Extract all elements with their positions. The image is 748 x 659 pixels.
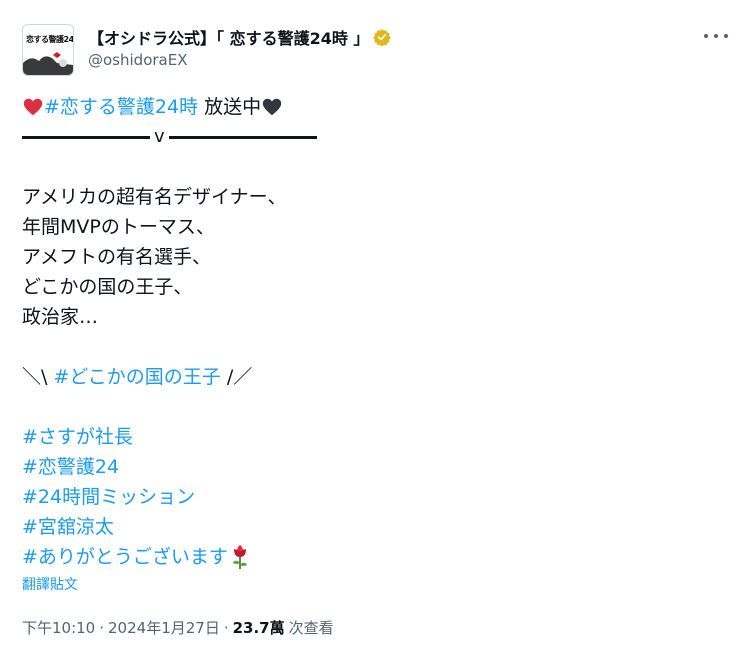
hashtag-link[interactable]: #さすが社長	[22, 422, 133, 452]
avatar-logo-text: 恋する警護24時	[26, 35, 74, 44]
text-line: どこかの国の王子、	[22, 276, 193, 298]
divider-rule-right	[168, 135, 317, 139]
more-dot	[704, 34, 708, 38]
divider-mark: v	[154, 126, 165, 147]
divider-line: v	[22, 122, 722, 152]
hashtag-link[interactable]: #24時間ミッション	[22, 482, 195, 512]
rose-icon	[232, 545, 247, 569]
text-line: 政治家…	[22, 306, 99, 328]
tweet-meta: 下午10:10 · 2024年1月27日 · 23.7萬 次查看	[22, 617, 334, 638]
hashtag-link[interactable]: #恋警護24	[22, 452, 119, 482]
views-count[interactable]: 23.7萬	[233, 617, 285, 638]
hashtag-line: #ありがとうございます	[22, 542, 722, 572]
hashtag-link[interactable]: #どこかの国の王子	[53, 362, 220, 392]
tweet-time[interactable]: 下午10:10	[22, 617, 95, 638]
hashtag-link[interactable]: #恋する警護24時	[44, 92, 198, 122]
more-options-icon[interactable]	[704, 26, 728, 46]
text-line: アメフトの有名選手、	[22, 246, 212, 268]
name-row: 【オシドラ公式】「 恋する警護24時 」	[88, 24, 392, 50]
hashtag-link[interactable]: #ありがとうございます	[22, 542, 228, 572]
red-heart-icon	[23, 98, 43, 116]
hashtag-line: #宮舘涼太	[22, 512, 722, 542]
callout-prefix: ＼\	[22, 366, 54, 388]
hashtag-line: #24時間ミッション	[22, 482, 722, 512]
meta-separator: ·	[223, 618, 229, 637]
callout-suffix: /／	[220, 366, 253, 388]
display-name[interactable]: 【オシドラ公式】「 恋する警護24時 」	[88, 25, 369, 49]
hashtag-line: #さすが社長	[22, 422, 722, 452]
heading-suffix: 放送中	[198, 96, 262, 118]
tweet-date[interactable]: 2024年1月27日	[108, 617, 220, 638]
tweet-card: 恋する警護24時 【オシドラ公式】「 恋する警護24時 」 @oshidoraE…	[0, 0, 748, 659]
hashtag-link[interactable]: #宮舘涼太	[22, 512, 114, 542]
avatar[interactable]: 恋する警護24時	[22, 24, 74, 76]
views-label: 次查看	[288, 619, 334, 637]
callout-line: ＼\ #どこかの国の王子 /／	[22, 362, 722, 392]
meta-separator: ·	[99, 618, 105, 637]
translate-post-link[interactable]: 翻譯貼文	[22, 574, 78, 594]
text-line: 年間MVPのトーマス、	[22, 216, 215, 238]
hashtag-line: #恋警護24	[22, 452, 722, 482]
divider-rule-left	[22, 135, 150, 139]
text-line: アメリカの超有名デザイナー、	[22, 186, 287, 208]
tweet-text: #恋する警護24時 放送中 v アメリカの超有名デザイナー、 年間MVPのトーマ…	[22, 92, 722, 572]
tweet-heading: #恋する警護24時 放送中	[22, 92, 722, 122]
user-handle[interactable]: @oshidoraEX	[88, 51, 187, 69]
verified-badge-icon[interactable]	[373, 28, 392, 46]
more-dot	[714, 34, 718, 38]
more-dot	[724, 34, 728, 38]
avatar-art-icon	[23, 52, 73, 75]
black-heart-icon	[262, 98, 282, 116]
